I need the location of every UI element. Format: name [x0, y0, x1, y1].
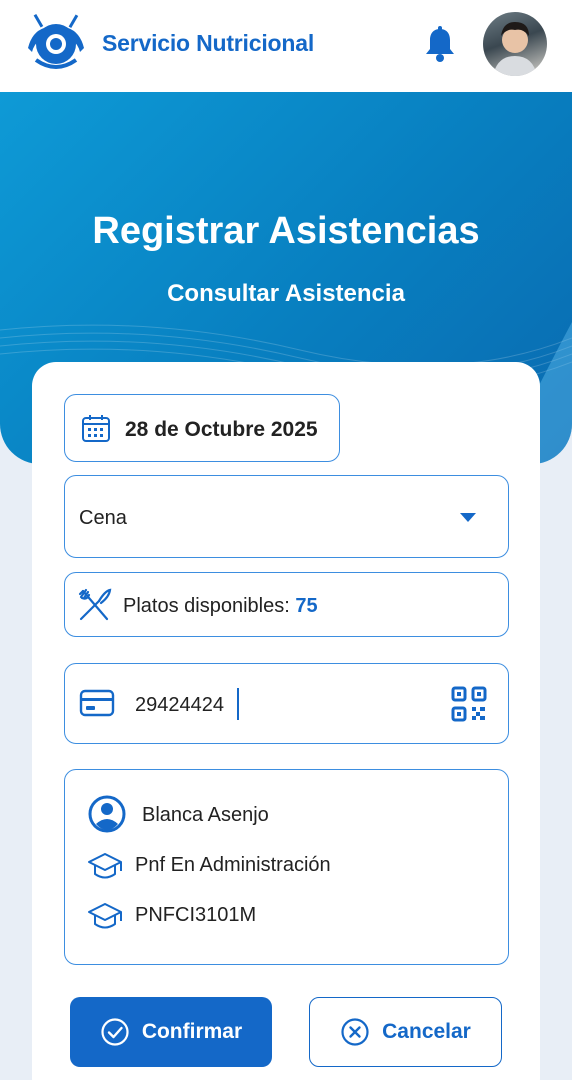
calendar-icon: [82, 415, 110, 442]
user-circle-icon: [88, 795, 126, 833]
x-circle-icon: [341, 1018, 369, 1046]
student-name: Blanca Asenjo: [142, 804, 269, 826]
utensils-plate-logo-icon: [28, 13, 84, 69]
confirm-button[interactable]: Confirmar: [70, 997, 272, 1067]
id-input-field[interactable]: [64, 663, 509, 744]
meal-select[interactable]: Cena: [64, 475, 509, 558]
date-picker[interactable]: 28 de Octubre 2025: [64, 394, 340, 462]
student-section: PNFCI3101M: [135, 904, 257, 926]
user-avatar[interactable]: [483, 12, 547, 76]
plates-available: Platos disponibles: 75: [64, 572, 509, 637]
avatar-portrait: [493, 22, 537, 76]
graduation-cap-icon: [88, 903, 122, 929]
app-header: Servicio Nutricional: [0, 0, 572, 92]
student-info-box: Blanca Asenjo Pnf En Administración PNFC…: [64, 769, 509, 965]
date-value: 28 de Octubre 2025: [125, 418, 318, 441]
cancel-button[interactable]: Cancelar: [309, 997, 502, 1067]
check-circle-icon: [101, 1018, 129, 1046]
confirm-label: Confirmar: [141, 1020, 243, 1043]
plates-label: Platos disponibles: 75: [123, 595, 318, 618]
fork-knife-icon: [78, 588, 112, 621]
text-cursor: [237, 688, 239, 720]
credit-card-icon: [79, 689, 115, 717]
plates-label-text: Platos disponibles:: [123, 595, 296, 617]
app-title: Servicio Nutricional: [102, 30, 315, 56]
caret-down-icon: [460, 513, 476, 522]
id-number-input[interactable]: [135, 690, 435, 720]
cancel-label: Cancelar: [382, 1020, 471, 1043]
page-title: Registrar Asistencias: [92, 210, 480, 252]
bell-icon[interactable]: [420, 24, 460, 64]
qr-code-icon[interactable]: [450, 685, 488, 723]
plates-count: 75: [295, 595, 318, 617]
student-program: Pnf En Administración: [135, 854, 331, 876]
page-subtitle: Consultar Asistencia: [167, 280, 405, 307]
meal-select-value: Cena: [79, 507, 127, 529]
graduation-cap-icon: [88, 853, 122, 879]
